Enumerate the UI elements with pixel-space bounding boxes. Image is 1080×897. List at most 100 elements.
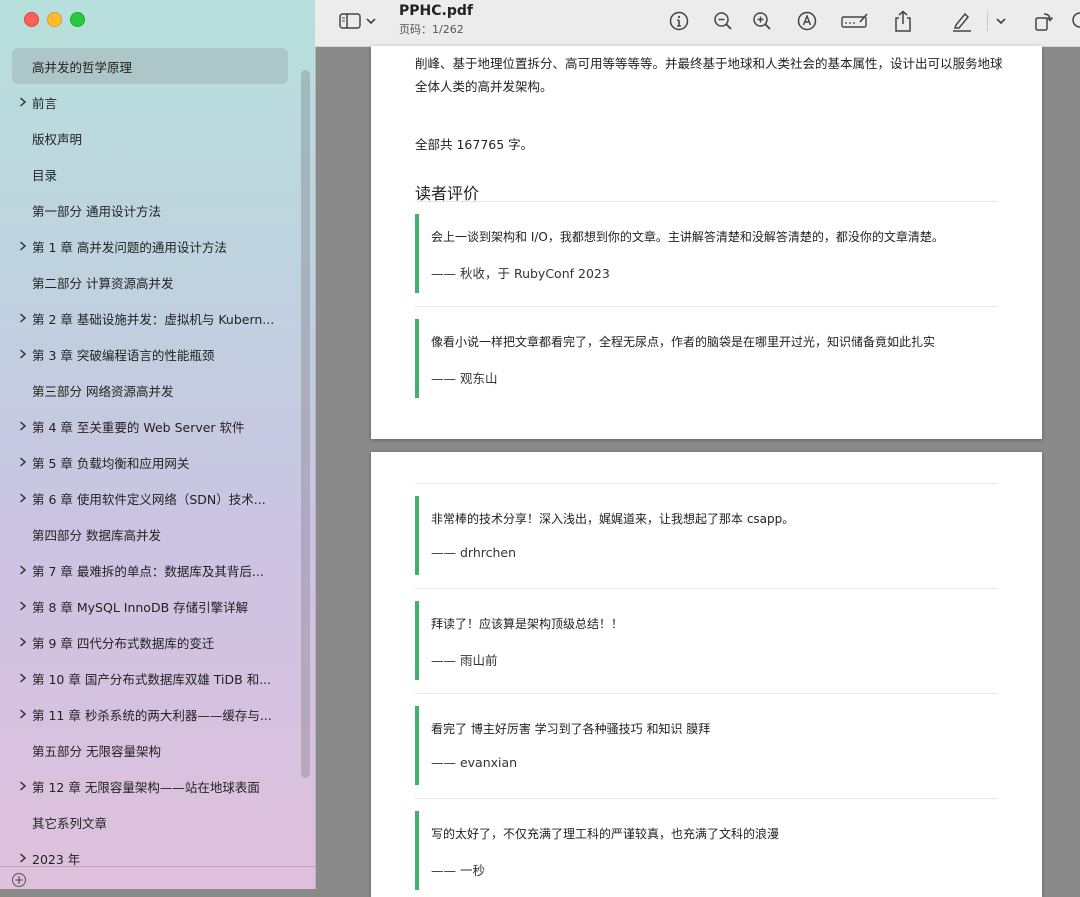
sidebar-item-label: 第 7 章 最难拆的单点：数据库及其背后... [32,563,264,579]
review-author: —— 雨山前 [431,653,498,668]
review-text: 会上一谈到架构和 I/O，我都想到你的文章。主讲解答清楚和没解答清楚的，都没你的… [431,230,944,244]
zoom-out-icon[interactable] [710,8,736,34]
disclosure-chevron-icon[interactable] [18,853,28,863]
markup-icon[interactable] [794,8,820,34]
disclosure-chevron-icon[interactable] [18,349,28,359]
sidebar-item-label: 第 3 章 突破编程语言的性能瓶颈 [32,347,215,363]
sidebar-item-label: 第二部分 计算资源高并发 [32,275,174,291]
sidebar-item[interactable]: 第四部分 数据库高并发 [12,516,288,552]
share-icon[interactable] [890,8,916,34]
sidebar-item-label: 高并发的哲学原理 [32,59,133,75]
divider [415,693,998,694]
zoom-window-button[interactable] [70,12,85,27]
pdf-page-1: 削峰、基于地理位置拆分、高可用等等等等。并最终基于地球和人类社会的基本属性，设计… [371,46,1042,439]
sidebar-item[interactable]: 目录 [12,156,288,192]
disclosure-chevron-icon[interactable] [18,421,28,431]
sidebar-item[interactable]: 第 3 章 突破编程语言的性能瓶颈 [12,336,288,372]
sidebar-item[interactable]: 前言 [12,84,288,120]
sidebar-item[interactable]: 第三部分 网络资源高并发 [12,372,288,408]
review-text: 拜读了！应该算是架构顶级总结！！ [431,617,624,631]
sidebar-item-label: 第一部分 通用设计方法 [32,203,161,219]
review-author: —— 观东山 [431,371,498,386]
window-controls [24,12,85,27]
review-text: 看完了 博主好厉害 学习到了各种骚技巧 和知识 膜拜 [431,722,711,736]
disclosure-chevron-icon[interactable] [18,781,28,791]
disclosure-chevron-icon[interactable] [18,241,28,251]
sidebar-item[interactable]: 第 10 章 国产分布式数据库双雄 TiDB 和... [12,660,288,696]
sidebar-item[interactable]: 其它系列文章 [12,804,288,840]
review-text: 非常棒的技术分享！深入浅出，娓娓道来，让我想起了那本 csapp。 [431,512,795,526]
sidebar-item[interactable]: 第 9 章 四代分布式数据库的变迁 [12,624,288,660]
review-text: 写的太好了，不仅充满了理工科的严谨较真，也充满了文科的浪漫 [431,827,780,841]
sidebar-item[interactable]: 高并发的哲学原理 [12,48,288,84]
sidebar-item-label: 第 6 章 使用软件定义网络（SDN）技术... [32,491,266,507]
sidebar-item[interactable]: 第 1 章 高并发问题的通用设计方法 [12,228,288,264]
review-quote: 会上一谈到架构和 I/O，我都想到你的文章。主讲解答清楚和没解答清楚的，都没你的… [415,214,998,293]
review-author: —— drhrchen [431,545,517,560]
rotate-icon[interactable] [1031,8,1057,34]
add-icon[interactable]: + [12,873,26,887]
disclosure-chevron-icon[interactable] [18,673,28,683]
sidebar-item-label: 第四部分 数据库高并发 [32,527,161,543]
disclosure-chevron-icon[interactable] [18,457,28,467]
divider [415,798,998,799]
word-count: 全部共 167765 字。 [415,137,534,152]
divider [415,588,998,589]
document-title: PPHC.pdf [399,3,473,19]
review-text: 像看小说一样把文章都看完了，全程无尿点，作者的脑袋是在哪里开过光，知识储备竟如此… [431,335,936,349]
sidebar-item[interactable]: 第 11 章 秒杀系统的两大利器——缓存与... [12,696,288,732]
sidebar-item-label: 第 1 章 高并发问题的通用设计方法 [32,239,227,255]
sidebar-footer: + [0,866,315,889]
sidebar-item[interactable]: 第二部分 计算资源高并发 [12,264,288,300]
chevron-down-icon[interactable] [993,8,1009,34]
sidebar-item-label: 第五部分 无限容量架构 [32,743,161,759]
sidebar-toggle-icon[interactable] [337,8,363,34]
info-icon[interactable] [666,8,692,34]
sidebar-item-label: 目录 [32,167,58,183]
sidebar-item-label: 第 12 章 无限容量架构——站在地球表面 [32,779,260,795]
review-quote: 非常棒的技术分享！深入浅出，娓娓道来，让我想起了那本 csapp。 —— drh… [415,496,998,575]
sidebar-item-label: 前言 [32,95,58,111]
divider [415,201,998,202]
review-quote: 像看小说一样把文章都看完了，全程无尿点，作者的脑袋是在哪里开过光，知识储备竟如此… [415,319,998,398]
signature-icon[interactable] [840,8,870,34]
disclosure-chevron-icon[interactable] [18,601,28,611]
disclosure-chevron-icon[interactable] [18,709,28,719]
disclosure-chevron-icon[interactable] [18,637,28,647]
sidebar: 高并发的哲学原理 前言版权声明目录第一部分 通用设计方法第 1 章 高并发问题的通… [0,0,316,889]
sidebar-item-label: 第三部分 网络资源高并发 [32,383,174,399]
zoom-in-icon[interactable] [749,8,775,34]
sidebar-scrollbar[interactable] [301,70,310,778]
review-author: —— 一秒 [431,863,485,878]
highlight-icon[interactable] [949,8,975,34]
chevron-down-icon[interactable] [363,8,379,34]
close-window-button[interactable] [24,12,39,27]
sidebar-item-label: 第 4 章 至关重要的 Web Server 软件 [32,419,245,435]
sidebar-item[interactable]: 第 6 章 使用软件定义网络（SDN）技术... [12,480,288,516]
sidebar-item[interactable]: 第 12 章 无限容量架构——站在地球表面 [12,768,288,804]
sidebar-item-label: 版权声明 [32,131,83,147]
disclosure-chevron-icon[interactable] [18,493,28,503]
intro-paragraph: 削峰、基于地理位置拆分、高可用等等等等。并最终基于地球和人类社会的基本属性，设计… [415,52,1005,98]
sidebar-item[interactable]: 第 4 章 至关重要的 Web Server 软件 [12,408,288,444]
page-indicator: 页码：1/262 [399,23,464,36]
sidebar-item[interactable]: 版权声明 [12,120,288,156]
minimize-window-button[interactable] [47,12,62,27]
disclosure-chevron-icon[interactable] [18,97,28,107]
disclosure-chevron-icon[interactable] [18,565,28,575]
sidebar-item[interactable]: 第 8 章 MySQL InnoDB 存储引擎详解 [12,588,288,624]
sidebar-item[interactable]: 第 7 章 最难拆的单点：数据库及其背后... [12,552,288,588]
intro-line: 削峰、基于地理位置拆分、高可用等等等等。并最终基于地球和人类社会的基本属性，设计… [415,56,1003,71]
sidebar-item[interactable]: 第五部分 无限容量架构 [12,732,288,768]
pdf-page-2: 非常棒的技术分享！深入浅出，娓娓道来，让我想起了那本 csapp。 —— drh… [371,452,1042,897]
sidebar-item-label: 第 11 章 秒杀系统的两大利器——缓存与... [32,707,272,723]
disclosure-chevron-icon[interactable] [18,313,28,323]
search-icon[interactable] [1067,8,1080,34]
review-quote: 拜读了！应该算是架构顶级总结！！ —— 雨山前 [415,601,998,680]
sidebar-item-label: 第 9 章 四代分布式数据库的变迁 [32,635,215,651]
review-author: —— 秋收，于 RubyConf 2023 [431,266,610,281]
sidebar-item-label: 2023 年 [32,851,81,867]
sidebar-item[interactable]: 第 2 章 基础设施并发：虚拟机与 Kubern... [12,300,288,336]
sidebar-item[interactable]: 第一部分 通用设计方法 [12,192,288,228]
sidebar-item[interactable]: 第 5 章 负载均衡和应用网关 [12,444,288,480]
